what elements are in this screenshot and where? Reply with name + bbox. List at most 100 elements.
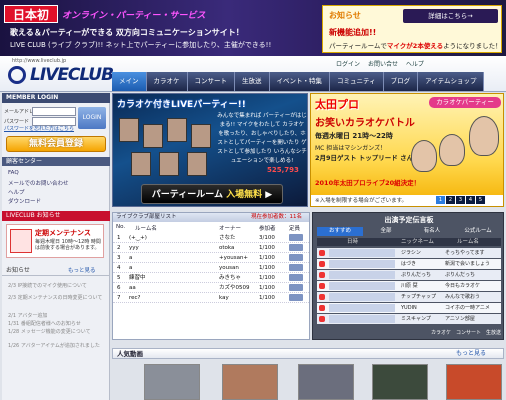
support-faq-link[interactable]: FAQ bbox=[8, 170, 19, 176]
site-url: http://www.liveclub.jp bbox=[12, 58, 67, 64]
table-row[interactable]: 3 a +yousan+ 1/100 bbox=[113, 253, 309, 263]
col-room: ルーム名 bbox=[457, 239, 479, 245]
schedule-row[interactable]: ミスキャンプ アニソン部屋 bbox=[317, 314, 501, 324]
support-mail-link[interactable]: メールでのお問い合わせ bbox=[8, 179, 69, 187]
col-nickname: ニックネーム bbox=[401, 239, 434, 245]
maintenance-notice[interactable]: 定期メンテナンス 毎週木曜日 10時〜12時 時間は前後する場合があります。 bbox=[6, 224, 104, 258]
heart-icon bbox=[319, 272, 325, 278]
tab-celebrity[interactable]: 有名人 bbox=[409, 227, 455, 236]
col-date: 日時 bbox=[347, 239, 359, 245]
news-box: お知らせ 詳細はこちら→ 新機能追加!! パーティールームでマイクが2本使えるよ… bbox=[322, 5, 502, 53]
enter-room-button[interactable] bbox=[289, 294, 303, 301]
register-button[interactable]: 無料会員登録 bbox=[6, 136, 106, 152]
video-thumbnail[interactable] bbox=[298, 364, 354, 400]
announcement-item[interactable]: 1/26 アバターアイテムが追加されました bbox=[8, 343, 108, 349]
nav-blog[interactable]: ブログ bbox=[383, 72, 419, 91]
email-field[interactable] bbox=[32, 107, 76, 116]
table-row[interactable]: 2 yyy otoka 1/100 bbox=[113, 243, 309, 253]
nav-events[interactable]: イベント・特集 bbox=[269, 72, 330, 91]
announcement-item[interactable]: 2/1 アバター追加 bbox=[8, 313, 108, 319]
heart-icon bbox=[319, 294, 325, 300]
support-help-link[interactable]: ヘルプ bbox=[8, 188, 25, 196]
login-link[interactable]: ログイン bbox=[336, 61, 360, 68]
table-row[interactable]: 6 aa カズや0509 1/100 bbox=[113, 283, 309, 293]
video-thumbnail[interactable] bbox=[222, 364, 278, 400]
login-header: MEMBER LOGIN bbox=[2, 93, 110, 103]
enter-party-button[interactable]: パーティールーム 入場無料 ▶ bbox=[141, 184, 283, 204]
header-tagline: 歌える＆パーティーができる 双方向コミュニケーションサイト！ bbox=[10, 28, 244, 37]
banner-tag: カラオケパーティー bbox=[429, 97, 501, 108]
schedule-row[interactable]: ジラシン そっちやってます bbox=[317, 248, 501, 258]
nav-community[interactable]: コミュニティ bbox=[330, 72, 384, 91]
table-row[interactable]: 1 (+‿+) さなた 3/100 bbox=[113, 233, 309, 243]
table-row[interactable]: 5 練習中 みきちゃ 1/100 bbox=[113, 273, 309, 283]
help-link[interactable]: ヘルプ bbox=[406, 61, 424, 68]
maintenance-text: 毎週木曜日 10時〜12時 時間は前後する場合があります。 bbox=[35, 239, 101, 251]
comedian-photo bbox=[411, 140, 437, 172]
nav-karaoke[interactable]: カラオケ bbox=[146, 72, 188, 91]
videos-more-link[interactable]: もっと見る bbox=[456, 348, 486, 359]
nav-item-shop[interactable]: アイテムショップ bbox=[418, 72, 485, 91]
forgot-password-link[interactable]: パスワードを忘れた方はこちら bbox=[4, 125, 74, 132]
support-download-link[interactable]: ダウンロード bbox=[8, 197, 41, 205]
news-body: パーティールームでマイクが2本使えるようになりました！ bbox=[329, 42, 502, 50]
pager-2[interactable]: 2 bbox=[446, 196, 455, 204]
enter-room-button[interactable] bbox=[289, 244, 303, 251]
enter-room-button[interactable] bbox=[289, 284, 303, 291]
news-details-button[interactable]: 詳細はこちら→ bbox=[403, 9, 498, 23]
schedule-legend: カラオケ コンサート 生放送 bbox=[430, 330, 501, 336]
contact-link[interactable]: お問い合せ bbox=[368, 61, 398, 68]
site-header: 日本初 オンライン・パーティー・サービス 歌える＆パーティーができる 双方向コミ… bbox=[0, 0, 506, 56]
schedule-row[interactable]: はづき 新潟で会いましょう bbox=[317, 259, 501, 269]
maintenance-title: 定期メンテナンス bbox=[35, 229, 91, 237]
announcement-item[interactable]: 2/3 IP接続でのマイク使用について bbox=[8, 283, 108, 289]
site-logo[interactable]: LIVECLUB bbox=[30, 65, 114, 85]
pager-1[interactable]: 1 bbox=[436, 196, 445, 204]
schedule-row[interactable]: チップチャップ みんなで歌おう bbox=[317, 292, 501, 302]
main-nav: メイン カラオケ コンサート 生放送 イベント・特集 コミュニティ ブログ アイ… bbox=[112, 72, 485, 91]
tab-recommended[interactable]: おすすめ bbox=[317, 227, 363, 236]
tab-all[interactable]: 全部 bbox=[363, 227, 409, 236]
col-owner: オーナー bbox=[219, 226, 242, 232]
party-banner-copy: みんなで集まれば パーティーがはじまる!! マイクをわたして カラオケを歌ったり… bbox=[217, 113, 307, 164]
heart-icon bbox=[319, 316, 325, 322]
karaoke-battle-banner[interactable]: 太田プロ カラオケパーティー お笑いカラオケバトル 毎週水曜日 21時〜22時 … bbox=[310, 93, 504, 207]
announcement-item[interactable]: 2/3 定期メンテナンスの日時変更について bbox=[8, 295, 108, 301]
announcement-item[interactable]: 1/31 番組配信者様へのお知らせ bbox=[8, 321, 108, 327]
video-thumbnail[interactable] bbox=[372, 364, 428, 400]
party-banner[interactable]: カラオケ付きLIVEパーティー!! みんなで集まれば パーティーがはじまる!! … bbox=[112, 93, 308, 207]
tab-official[interactable]: 公式ルーム bbox=[455, 227, 501, 236]
nav-live[interactable]: 生放送 bbox=[235, 72, 270, 91]
nav-concert[interactable]: コンサート bbox=[187, 72, 235, 91]
video-thumbnail[interactable] bbox=[144, 364, 200, 400]
enter-room-button[interactable] bbox=[289, 234, 303, 241]
table-row[interactable]: 4 a yousan 1/100 bbox=[113, 263, 309, 273]
enter-room-button[interactable] bbox=[289, 254, 303, 261]
pager-3[interactable]: 3 bbox=[456, 196, 465, 204]
support-header: 顧客センター bbox=[2, 157, 110, 166]
schedule-row[interactable]: YUDIN コイホの一時アニメ bbox=[317, 303, 501, 313]
participant-count: 現在参加者数：11名 bbox=[251, 214, 302, 220]
left-sidebar: MEMBER LOGIN メールアドレス パスワード LOGIN パスワードを忘… bbox=[2, 93, 110, 400]
video-thumbnail[interactable] bbox=[446, 364, 502, 400]
pager-5[interactable]: 5 bbox=[476, 196, 485, 204]
nav-main[interactable]: メイン bbox=[112, 72, 147, 91]
enter-room-button[interactable] bbox=[289, 264, 303, 271]
schedule-row[interactable]: 川原 栞今日もカラオケ bbox=[317, 281, 501, 291]
notice-header: LIVECLUB お知らせ bbox=[2, 211, 110, 221]
announcements-more-link[interactable]: もっと見る bbox=[68, 266, 96, 276]
schedule-row[interactable]: ぷりんだっち ぷりんだっち bbox=[317, 270, 501, 280]
comedian-photo bbox=[439, 134, 465, 166]
pager-4[interactable]: 4 bbox=[466, 196, 475, 204]
party-photo bbox=[119, 118, 139, 142]
party-photo bbox=[167, 118, 187, 142]
table-row[interactable]: 7 rec? kay 1/100 bbox=[113, 293, 309, 303]
announcement-item[interactable]: 1/28 メッセージ機能の変更について bbox=[8, 329, 108, 335]
heart-icon bbox=[319, 283, 325, 289]
news-title: お知らせ bbox=[329, 11, 361, 20]
party-photo bbox=[191, 124, 211, 148]
enter-room-button[interactable] bbox=[289, 274, 303, 281]
col-capacity: 定員 bbox=[289, 226, 301, 232]
banner-pager: 1 2 3 4 5 bbox=[435, 196, 485, 204]
login-button[interactable]: LOGIN bbox=[78, 107, 106, 129]
